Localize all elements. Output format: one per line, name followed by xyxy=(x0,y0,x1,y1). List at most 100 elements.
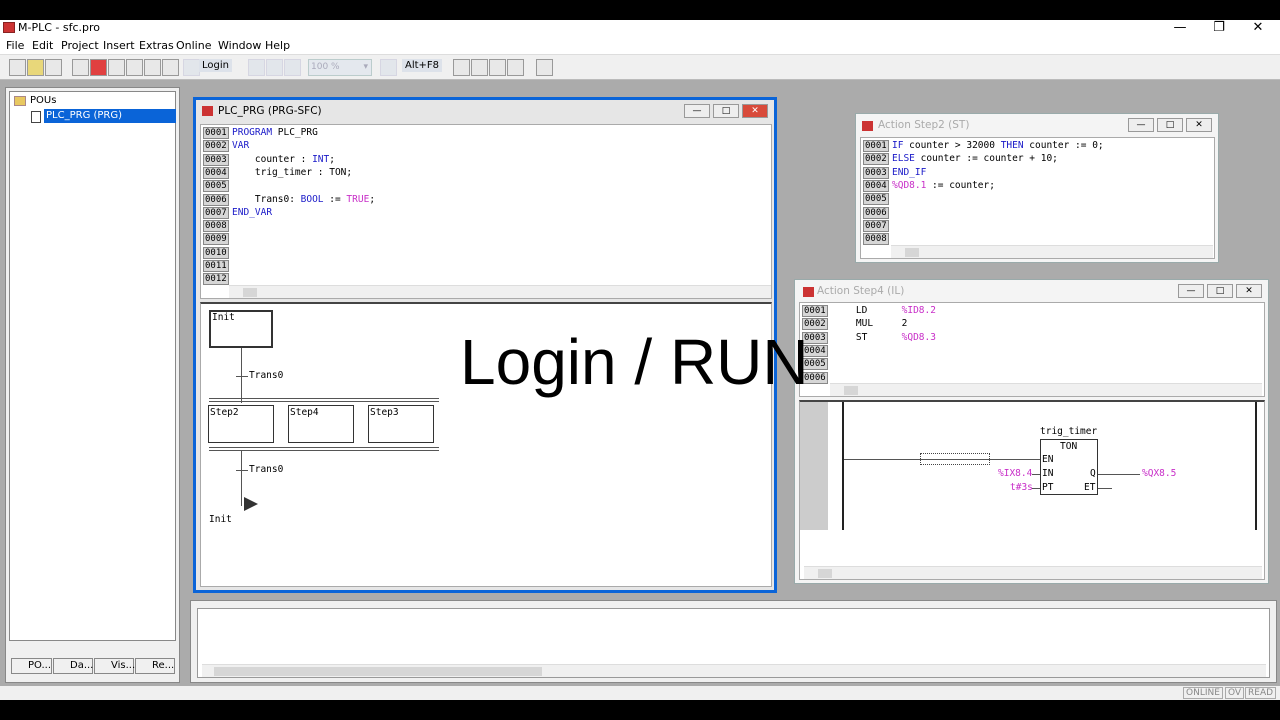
minimize-icon[interactable]: — xyxy=(1178,284,1204,298)
line-number: 0010 xyxy=(203,246,229,259)
line-number: 0002 xyxy=(863,153,889,166)
status-online: ONLINE xyxy=(1183,687,1223,699)
menu-window[interactable]: Window xyxy=(218,39,261,52)
pt-variable[interactable]: t#3s xyxy=(1010,482,1033,493)
step-4-label: Step4 xyxy=(290,407,319,418)
code-line: MUL 2 xyxy=(833,318,908,330)
code-line: Trans0: BOOL := TRUE; xyxy=(232,193,376,205)
login-icon[interactable] xyxy=(183,59,200,76)
menu-extras[interactable]: Extras xyxy=(139,39,174,52)
line-number: 0007 xyxy=(203,206,229,219)
menu-project[interactable]: Project xyxy=(61,39,99,52)
minimize-icon[interactable]: — xyxy=(1128,118,1154,132)
network-icon[interactable] xyxy=(536,59,553,76)
transition-label[interactable]: Trans0 xyxy=(249,370,283,381)
close-icon[interactable]: ✕ xyxy=(1248,20,1268,35)
code-line: END_VAR xyxy=(232,206,273,218)
horizontal-scrollbar[interactable] xyxy=(229,285,771,298)
in-variable[interactable]: %IX8.4 xyxy=(998,468,1032,479)
menu-online[interactable]: Online xyxy=(176,39,211,52)
line-number: 0006 xyxy=(863,206,889,219)
code-line: trig_timer : TON; xyxy=(232,166,353,178)
restore-icon[interactable]: ❐ xyxy=(1209,20,1229,35)
code-line: ELSE counter := counter + 10; xyxy=(892,153,1058,165)
status-read: READ xyxy=(1245,687,1277,699)
tab-resources[interactable]: Re... xyxy=(135,658,175,674)
step-over-icon[interactable] xyxy=(507,59,524,76)
action-step2-window: Action Step2 (ST) — □ ✕ 0001 0002 0003 0004… xyxy=(855,113,1219,263)
horizontal-scrollbar[interactable] xyxy=(202,664,1266,677)
transition-label[interactable]: Trans0 xyxy=(249,464,283,475)
minimize-icon[interactable]: — xyxy=(684,104,710,118)
line-number: 0001 xyxy=(203,127,229,139)
fb-instance-label: trig_timer xyxy=(1040,426,1098,437)
q-variable[interactable]: %QX8.5 xyxy=(1142,468,1176,479)
minimize-icon[interactable]: — xyxy=(1170,20,1190,35)
maximize-icon[interactable]: □ xyxy=(1157,118,1183,132)
il-editor[interactable]: 0001 0002 0003 0004 0005 0006 LD %ID8.2 MUL 2… xyxy=(799,302,1265,397)
horizontal-scrollbar[interactable] xyxy=(891,245,1213,258)
rung-gutter xyxy=(800,402,828,530)
window-icon xyxy=(803,287,814,297)
menu-insert[interactable]: Insert xyxy=(103,39,135,52)
build-icon[interactable] xyxy=(72,59,89,76)
window-icon xyxy=(862,121,873,131)
save-icon[interactable] xyxy=(45,59,62,76)
line-number: 0008 xyxy=(863,233,889,246)
shortcut-label: Alt+F8 xyxy=(402,59,443,72)
menu-edit[interactable]: Edit xyxy=(32,39,53,52)
toolbar: Login 100 % ▾ Alt+F8 xyxy=(0,54,1280,80)
pin-en: EN xyxy=(1042,454,1054,465)
breakpoint-icon[interactable] xyxy=(380,59,397,76)
download-icon[interactable] xyxy=(126,59,143,76)
zoom-out-icon[interactable] xyxy=(471,59,488,76)
tab-pous[interactable]: PO... xyxy=(11,658,52,674)
new-file-icon[interactable] xyxy=(9,59,26,76)
menu-help[interactable]: Help xyxy=(265,39,290,52)
zoom-value: 100 % xyxy=(311,62,340,72)
line-number: 0005 xyxy=(863,193,889,206)
run-icon[interactable] xyxy=(266,59,283,76)
tree-root-label[interactable]: POUs xyxy=(30,95,56,106)
horizontal-scrollbar[interactable] xyxy=(830,383,1262,396)
document-icon xyxy=(31,111,41,123)
logout-icon[interactable] xyxy=(248,59,265,76)
login-button[interactable]: Login xyxy=(199,59,232,72)
message-panel xyxy=(190,600,1277,683)
print-icon[interactable] xyxy=(144,59,161,76)
connect-icon[interactable] xyxy=(108,59,125,76)
stop-icon[interactable] xyxy=(90,59,107,76)
app-title: M-PLC - sfc.pro xyxy=(18,21,101,34)
message-window[interactable] xyxy=(197,608,1270,678)
bottom-black-bar xyxy=(0,700,1280,720)
maximize-icon[interactable]: □ xyxy=(713,104,739,118)
declaration-editor[interactable]: 0001 0002 0003 0004 0005 0006 0007 0008 0009 0010… xyxy=(200,124,772,299)
tab-data-types[interactable]: Da... xyxy=(53,658,93,674)
init-step-label: Init xyxy=(212,312,235,323)
tree-item-plc-prg[interactable]: PLC_PRG (PRG) xyxy=(44,109,176,123)
maximize-icon[interactable]: □ xyxy=(1207,284,1233,298)
close-icon[interactable]: ✕ xyxy=(1236,284,1262,298)
horizontal-scrollbar[interactable] xyxy=(804,566,1262,579)
st-editor[interactable]: 0001 0002 0003 0004 0005 0006 0007 0008 IF coun… xyxy=(860,137,1215,259)
line-number: 0003 xyxy=(203,153,229,166)
window-icon xyxy=(202,106,213,116)
close-icon[interactable]: ✕ xyxy=(1186,118,1212,132)
app-icon xyxy=(3,22,15,33)
close-icon[interactable]: ✕ xyxy=(742,104,768,118)
jump-target-label: Init xyxy=(209,514,232,525)
top-black-bar xyxy=(0,0,1280,20)
stop-run-icon[interactable] xyxy=(284,59,301,76)
action-step4-window: Action Step4 (IL) — □ ✕ 0001 0002 0003 0004… xyxy=(794,279,1269,584)
open-file-icon[interactable] xyxy=(27,59,44,76)
zoom-in-icon[interactable] xyxy=(453,59,470,76)
menu-file[interactable]: File xyxy=(6,39,24,52)
step-in-icon[interactable] xyxy=(489,59,506,76)
tab-visualizations[interactable]: Vis... xyxy=(94,658,135,674)
zoom-select[interactable]: 100 % ▾ xyxy=(308,59,372,76)
code-line: ST %QD8.3 xyxy=(833,331,936,343)
line-number: 0006 xyxy=(203,193,229,206)
code-line: VAR xyxy=(232,140,250,152)
print-preview-icon[interactable] xyxy=(162,59,179,76)
fbd-editor[interactable]: trig_timer TON EN IN PT Q ET %IX8.4 t#3s… xyxy=(799,400,1265,580)
